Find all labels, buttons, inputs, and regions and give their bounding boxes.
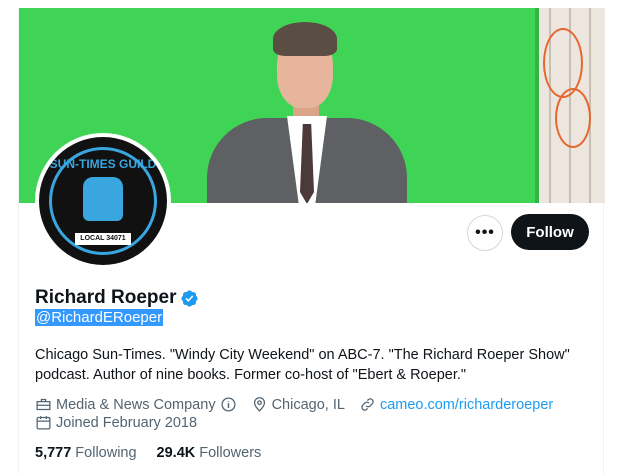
avatar-logo: SUN-TIMES GUILD LOCAL 34071 [39, 137, 167, 265]
following-count: 5,777 [35, 445, 72, 461]
location-pin-icon [253, 397, 265, 412]
info-icon[interactable] [220, 396, 237, 413]
following-label: Following [75, 445, 137, 461]
banner-person [207, 20, 407, 203]
following-link[interactable]: 5,777 Following [35, 445, 137, 461]
avatar-bottom-text: LOCAL 34071 [75, 233, 131, 245]
profile-meta: Media & News Company Chicago, IL cameo.c… [35, 396, 567, 413]
profile-bio: Chicago Sun-Times. "Windy City Weekend" … [35, 347, 570, 383]
profile-stats: 5,777 Following 29.4K Followers [35, 445, 281, 461]
profile-name-row: Richard Roeper [35, 287, 199, 309]
category-label: Media & News Company [56, 396, 216, 413]
avatar-top-text: SUN-TIMES GUILD [49, 157, 157, 171]
briefcase-icon [36, 398, 51, 411]
profile-category: Media & News Company [35, 396, 237, 413]
website-link[interactable]: cameo.com/richarderoeper [380, 397, 553, 413]
profile-handle: @RichardERoeper [35, 309, 164, 326]
profile-name: Richard Roeper [35, 287, 177, 308]
profile-location: Chicago, IL [251, 396, 345, 413]
profile-joined: Joined February 2018 [35, 414, 197, 431]
location-label: Chicago, IL [271, 396, 345, 413]
link-icon [361, 398, 374, 411]
avatar[interactable]: SUN-TIMES GUILD LOCAL 34071 [35, 133, 171, 269]
followers-label: Followers [199, 445, 262, 461]
more-icon: ••• [475, 224, 495, 241]
banner-cable [543, 28, 583, 98]
joined-label: Joined February 2018 [56, 414, 198, 431]
followers-link[interactable]: 29.4K Followers [157, 445, 262, 461]
profile-website[interactable]: cameo.com/richarderoeper [359, 396, 553, 413]
more-options-button[interactable]: ••• [467, 215, 503, 251]
banner-wall [539, 8, 605, 203]
person-hair [273, 22, 337, 56]
banner-cable [555, 88, 591, 148]
calendar-icon [36, 416, 51, 430]
fist-icon [83, 177, 123, 221]
profile-card: SUN-TIMES GUILD LOCAL 34071 ••• Follow R… [18, 8, 605, 474]
followers-count: 29.4K [156, 445, 196, 461]
profile-joined-row: Joined February 2018 [35, 414, 211, 431]
follow-button[interactable]: Follow [511, 214, 589, 250]
verified-badge-icon[interactable] [180, 289, 199, 308]
